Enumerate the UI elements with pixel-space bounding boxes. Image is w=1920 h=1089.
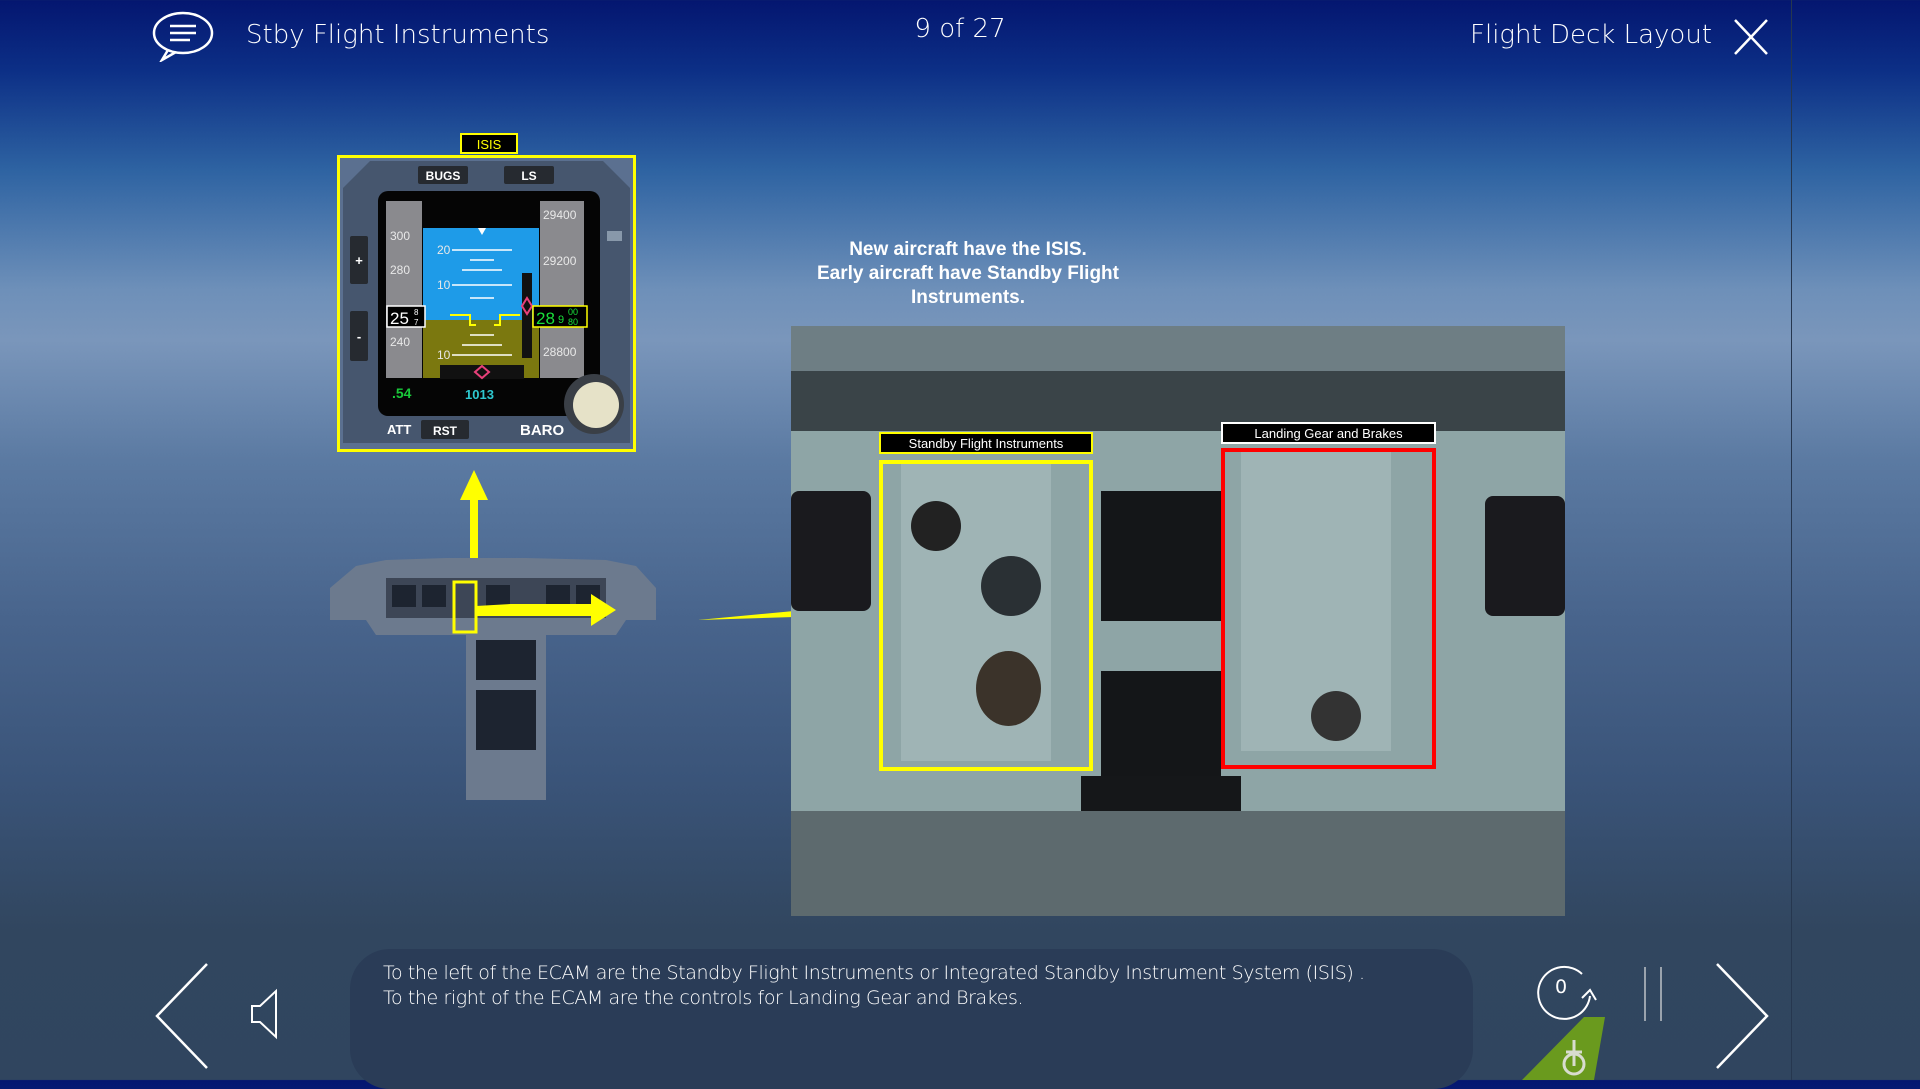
- standby-highlight-box: [879, 460, 1093, 771]
- chevron-right-icon: [1716, 963, 1769, 1069]
- plus-button: +: [355, 253, 363, 268]
- alt-sub: 80: [568, 317, 578, 327]
- speed-tick: 300: [390, 229, 410, 243]
- pause-icon: [1644, 967, 1662, 1021]
- alt-tick: 28800: [543, 345, 577, 359]
- caption-line: To the left of the ECAM are the Standby …: [383, 962, 1365, 984]
- baro-knob: [573, 382, 619, 428]
- info-text: New aircraft have the ISIS. Early aircra…: [768, 238, 1168, 310]
- next-button[interactable]: [1713, 962, 1771, 1070]
- alt-sub: 00: [568, 307, 578, 317]
- close-x-icon: [1734, 19, 1768, 55]
- caption-line: To the right of the ECAM are the control…: [383, 987, 1024, 1009]
- isis-display: 300 280 240 29400 29200 28800 20 10 10 2…: [337, 155, 636, 452]
- pitch-tick: 10: [437, 348, 451, 362]
- back-button[interactable]: [153, 962, 211, 1070]
- info-line: New aircraft have the ISIS.: [849, 239, 1087, 260]
- pitch-tick: 20: [437, 243, 451, 257]
- speed-sub: 7: [414, 318, 419, 327]
- att-label: ATT: [387, 422, 411, 437]
- tail-logo-icon: [1522, 1017, 1605, 1080]
- chevron-left-icon: [155, 963, 208, 1069]
- tail-logo: [1522, 1016, 1607, 1080]
- audio-button[interactable]: [248, 988, 282, 1040]
- isis-label: ISIS: [460, 133, 518, 154]
- gear-highlight-box: [1221, 448, 1436, 769]
- rst-button: RST: [433, 424, 458, 438]
- speed-tick: 240: [390, 335, 410, 349]
- baro-readout: 1013: [465, 387, 494, 402]
- replay-count: 0: [1554, 976, 1568, 998]
- section-title: Flight Deck Layout: [1470, 20, 1712, 50]
- close-button[interactable]: [1733, 18, 1769, 56]
- info-line: Early aircraft have Standby Flight: [817, 263, 1119, 284]
- alt-sub: 9: [558, 314, 564, 326]
- alt-tick: 29400: [543, 208, 577, 222]
- replay-button[interactable]: 0: [1532, 962, 1598, 1024]
- ls-button: LS: [521, 169, 536, 183]
- pitch-tick: 10: [437, 278, 451, 292]
- divider: [1791, 0, 1792, 1080]
- gear-label: Landing Gear and Brakes: [1221, 422, 1436, 444]
- speed-tick: 280: [390, 263, 410, 277]
- alt-tick: 29200: [543, 254, 577, 268]
- minus-button: -: [357, 329, 361, 344]
- info-line: Instruments.: [910, 287, 1026, 308]
- mach-readout: .54: [392, 385, 412, 401]
- speech-bubble-icon: [152, 11, 214, 64]
- slide-counter: 9 of 27: [914, 14, 1006, 44]
- baro-label: BARO: [520, 422, 564, 439]
- pause-button[interactable]: [1640, 966, 1666, 1022]
- bugs-button: BUGS: [426, 169, 461, 183]
- speaker-icon: [251, 988, 277, 1040]
- cockpit-overview-diagram: [326, 465, 866, 830]
- notes-button[interactable]: [150, 10, 216, 64]
- alt-readout: 28: [536, 309, 555, 328]
- speed-readout: 25: [390, 309, 409, 328]
- standby-label: Standby Flight Instruments: [879, 432, 1093, 454]
- page-title: Stby Flight Instruments: [246, 20, 550, 50]
- caption-box: To the left of the ECAM are the Standby …: [350, 949, 1473, 1089]
- speed-sub: 8: [414, 308, 419, 317]
